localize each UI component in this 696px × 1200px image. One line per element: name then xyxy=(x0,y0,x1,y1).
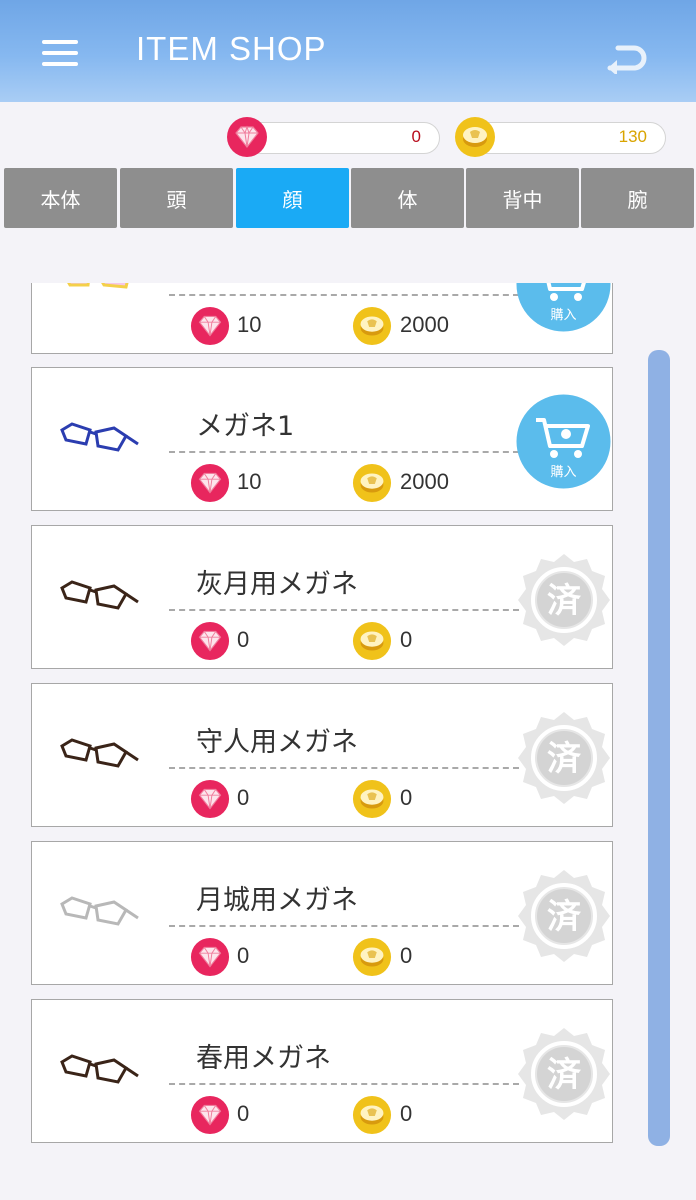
owned-badge-label: 済 xyxy=(547,1055,582,1095)
owned-badge-icon: 済 xyxy=(518,712,610,804)
item-name: 月城用メガネ xyxy=(196,885,358,916)
divider xyxy=(169,925,519,927)
pink-glasses-icon xyxy=(67,283,129,289)
gem-price: 0 xyxy=(237,785,250,810)
brown-glasses-icon xyxy=(60,738,139,768)
coin-balance-value: 130 xyxy=(618,127,647,146)
gem-price: 10 xyxy=(237,469,262,494)
tab-face[interactable]: 顔 xyxy=(236,168,349,228)
buy-button[interactable]: 購入 xyxy=(516,394,611,489)
blue-glasses-icon xyxy=(60,422,139,452)
gem-price: 0 xyxy=(237,627,250,652)
list-item: 10 2000 購入 xyxy=(31,283,613,354)
coin-price: 0 xyxy=(400,627,413,652)
gem-icon xyxy=(190,621,230,661)
divider xyxy=(169,609,519,611)
return-arrow-icon[interactable] xyxy=(604,42,648,74)
gem-icon xyxy=(190,306,230,346)
divider xyxy=(169,767,519,769)
buy-button-label: 購入 xyxy=(550,308,576,323)
owned-badge-label: 済 xyxy=(547,581,582,621)
item-name: 守人用メガネ xyxy=(196,727,358,758)
coin-price: 2000 xyxy=(400,312,449,337)
list-item: 守人用メガネ 0 0 済 xyxy=(31,683,613,827)
coin-icon xyxy=(352,779,392,819)
list-item: 灰月用メガネ 0 0 済 xyxy=(31,525,613,669)
tab-arm[interactable]: 腕 xyxy=(581,168,694,228)
hamburger-menu-icon[interactable] xyxy=(42,40,78,66)
brown-glasses-icon xyxy=(60,1054,139,1084)
tab-head[interactable]: 頭 xyxy=(120,168,233,228)
gem-balance-bar: 0 xyxy=(246,122,440,154)
coin-icon xyxy=(352,463,392,503)
buy-button[interactable]: 購入 xyxy=(516,283,611,332)
owned-badge-icon: 済 xyxy=(518,1028,610,1120)
gem-icon xyxy=(190,1095,230,1135)
item-name: 春用メガネ xyxy=(196,1043,331,1074)
gem-price: 10 xyxy=(237,312,262,337)
coin-price: 0 xyxy=(400,785,413,810)
coin-icon xyxy=(352,306,392,346)
gem-price: 0 xyxy=(237,1101,250,1126)
item-list[interactable]: 10 2000 購入 メガネ1 10 2000 購入 灰月用メガネ 0 0 済 … xyxy=(0,283,696,1163)
coin-icon xyxy=(352,621,392,661)
gem-icon xyxy=(190,463,230,503)
gem-icon xyxy=(227,117,267,157)
category-tabs: 本体 頭 顔 体 背中 腕 xyxy=(4,168,694,228)
tab-body[interactable]: 本体 xyxy=(4,168,117,228)
gem-balance-value: 0 xyxy=(411,127,421,146)
coin-icon xyxy=(352,1095,392,1135)
silver-glasses-icon xyxy=(60,896,139,926)
item-name: 灰月用メガネ xyxy=(196,569,358,600)
owned-badge-label: 済 xyxy=(547,739,582,779)
coin-price: 0 xyxy=(400,943,413,968)
coin-price: 0 xyxy=(400,1101,413,1126)
page-title: ITEM SHOP xyxy=(136,30,327,67)
divider xyxy=(169,1083,519,1085)
divider xyxy=(169,451,519,453)
app-header: ITEM SHOP xyxy=(0,0,696,102)
coin-icon xyxy=(455,117,495,157)
divider xyxy=(169,294,519,296)
coin-icon xyxy=(352,937,392,977)
gem-price: 0 xyxy=(237,943,250,968)
gem-icon xyxy=(190,937,230,977)
gem-icon xyxy=(190,779,230,819)
coin-balance-bar: 130 xyxy=(472,122,666,154)
tab-torso[interactable]: 体 xyxy=(351,168,464,228)
owned-badge-icon: 済 xyxy=(518,554,610,646)
brown-glasses-icon xyxy=(60,580,139,610)
owned-badge-label: 済 xyxy=(547,897,582,937)
tab-back[interactable]: 背中 xyxy=(466,168,579,228)
coin-price: 2000 xyxy=(400,469,449,494)
scrollbar[interactable] xyxy=(648,350,670,1146)
list-item: 月城用メガネ 0 0 済 xyxy=(31,841,613,985)
buy-button-label: 購入 xyxy=(550,465,576,480)
list-item: 春用メガネ 0 0 済 xyxy=(31,999,613,1143)
owned-badge-icon: 済 xyxy=(518,870,610,962)
item-name: メガネ1 xyxy=(196,411,295,442)
list-item: メガネ1 10 2000 購入 xyxy=(31,367,613,511)
